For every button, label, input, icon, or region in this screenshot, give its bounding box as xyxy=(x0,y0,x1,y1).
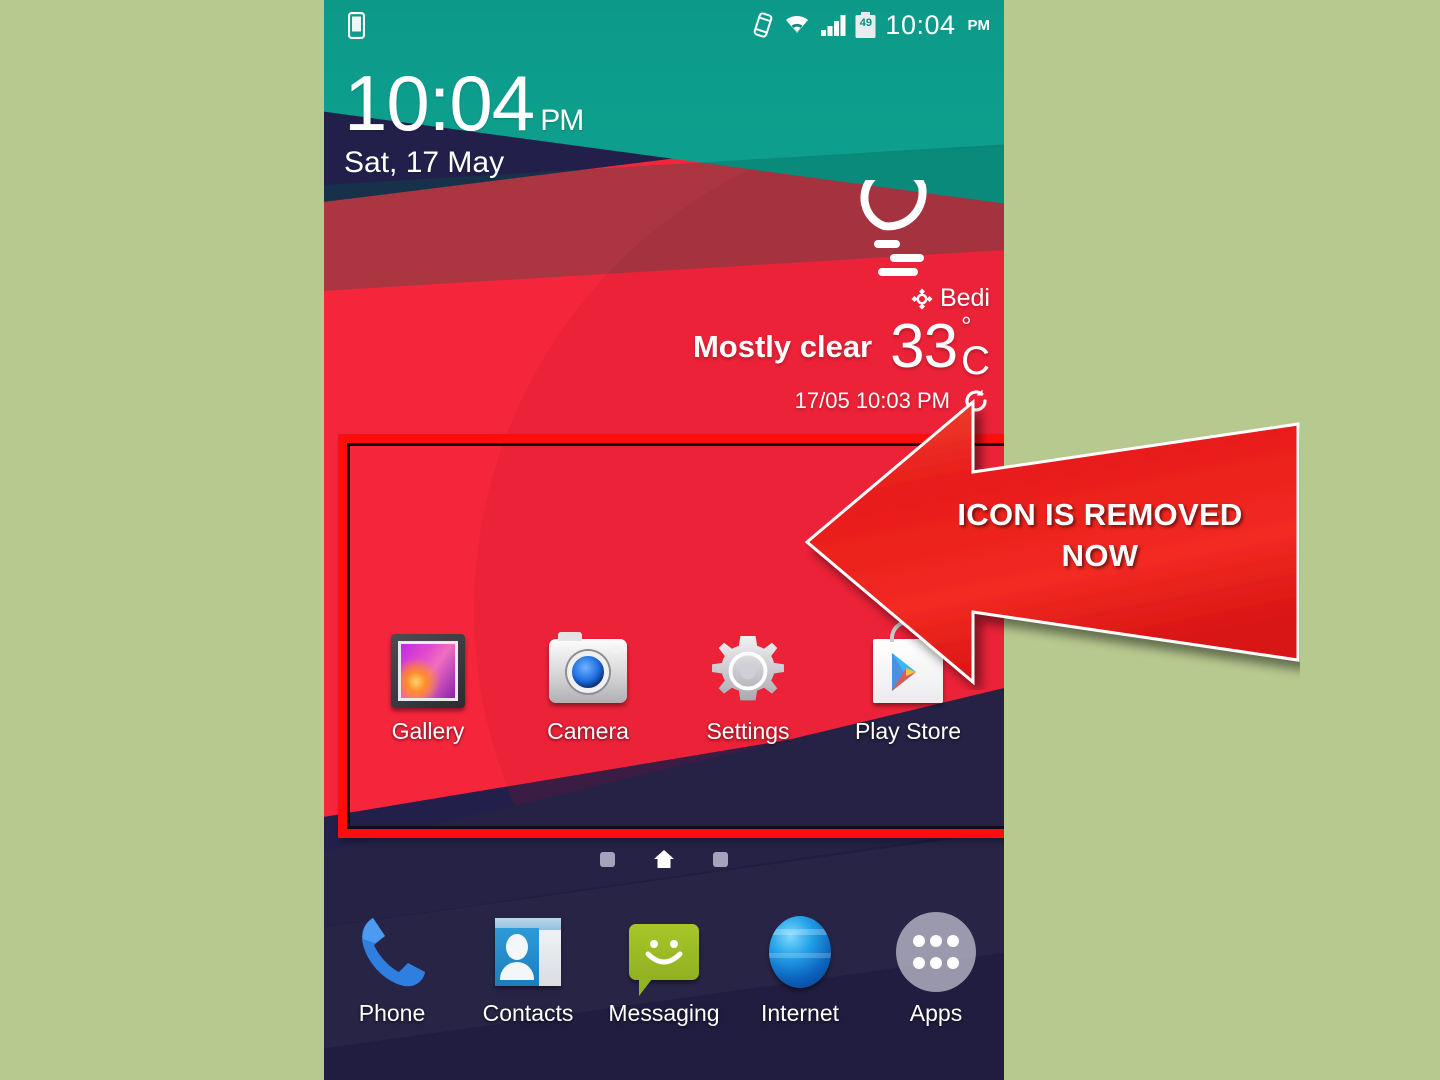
app-icon-gallery[interactable]: Gallery xyxy=(348,632,508,745)
dock: Phone Contacts Messaging Internet Apps xyxy=(324,910,1004,1027)
gear-icon xyxy=(712,636,784,701)
app-label-play-store: Play Store xyxy=(854,718,962,744)
battery-level: 49 xyxy=(859,17,873,29)
app-label-gallery: Gallery xyxy=(391,718,465,744)
dock-label-apps: Apps xyxy=(909,1000,963,1026)
weather-widget[interactable]: Bedi Mostly clear 33 ° C 17/05 10:03 PM xyxy=(693,180,990,415)
battery-icon: 49 xyxy=(855,12,876,38)
message-bubble-icon xyxy=(629,924,699,996)
dock-item-messaging[interactable]: Messaging xyxy=(596,910,732,1027)
clock-widget[interactable]: 10:04 PM Sat, 17 May xyxy=(344,64,584,180)
gallery-icon xyxy=(391,634,465,708)
app-icon-settings[interactable]: Settings xyxy=(668,632,828,745)
weather-location: Bedi xyxy=(939,284,990,312)
status-bar-right: 49 10:04 PM xyxy=(752,10,1004,41)
clock-date: Sat, 17 May xyxy=(344,146,505,180)
dock-item-internet[interactable]: Internet xyxy=(732,910,868,1027)
contacts-icon xyxy=(495,918,561,986)
clock-time: 10:04 xyxy=(344,59,535,147)
phone-handset-icon xyxy=(362,918,425,987)
weather-temperature: 33 xyxy=(890,312,958,381)
home-icon[interactable] xyxy=(653,849,675,869)
clock-ampm: PM xyxy=(540,104,584,137)
weather-location-row: Bedi xyxy=(693,284,990,313)
app-icon-camera[interactable]: Camera xyxy=(508,632,668,745)
gear-icon-wrap xyxy=(668,632,828,710)
contacts-icon-wrap xyxy=(460,910,596,994)
page-indicator xyxy=(324,842,1004,876)
dock-item-apps[interactable]: Apps xyxy=(868,910,1004,1027)
signal-icon xyxy=(821,15,846,36)
app-label-settings: Settings xyxy=(706,718,790,744)
globe-icon-wrap xyxy=(732,910,868,994)
dock-label-contacts: Contacts xyxy=(482,1000,574,1026)
gps-target-icon xyxy=(911,288,933,309)
wifi-icon xyxy=(786,15,809,33)
camera-icon-wrap xyxy=(508,632,668,710)
gallery-icon-wrap xyxy=(348,632,508,710)
page-dot-1[interactable] xyxy=(600,851,615,867)
weather-condition: Mostly clear xyxy=(692,329,873,364)
callout-arrow xyxy=(805,398,1300,686)
app-label-camera: Camera xyxy=(547,718,629,744)
dock-label-messaging: Messaging xyxy=(608,1000,720,1026)
weather-main-row: Mostly clear 33 ° C xyxy=(693,313,990,381)
moon-fog-icon xyxy=(860,180,927,276)
weather-unit-wrap: ° C xyxy=(961,313,990,381)
weather-degree-symbol: ° xyxy=(961,311,972,341)
sim-card-icon xyxy=(348,11,365,39)
clock-time-row: 10:04 PM xyxy=(344,64,584,142)
apps-grid-icon-wrap xyxy=(868,910,1004,994)
message-bubble-icon-wrap xyxy=(596,910,732,996)
status-bar-left xyxy=(324,11,365,39)
page-dot-2[interactable] xyxy=(713,851,728,867)
dock-item-phone[interactable]: Phone xyxy=(324,910,460,1027)
dock-label-phone: Phone xyxy=(358,1000,426,1026)
status-bar[interactable]: 49 10:04 PM xyxy=(324,0,1004,50)
globe-icon xyxy=(769,916,831,988)
phone-handset-icon-wrap xyxy=(324,910,460,994)
vibrate-icon xyxy=(754,12,773,38)
weather-icon-wrap xyxy=(693,180,954,284)
dock-item-contacts[interactable]: Contacts xyxy=(460,910,596,1027)
status-bar-time: 10:04 xyxy=(885,9,956,40)
dock-label-internet: Internet xyxy=(761,1000,839,1026)
weather-unit: C xyxy=(961,339,990,383)
status-bar-ampm: PM xyxy=(967,16,991,34)
apps-grid-icon xyxy=(896,912,976,992)
camera-icon xyxy=(549,632,627,703)
